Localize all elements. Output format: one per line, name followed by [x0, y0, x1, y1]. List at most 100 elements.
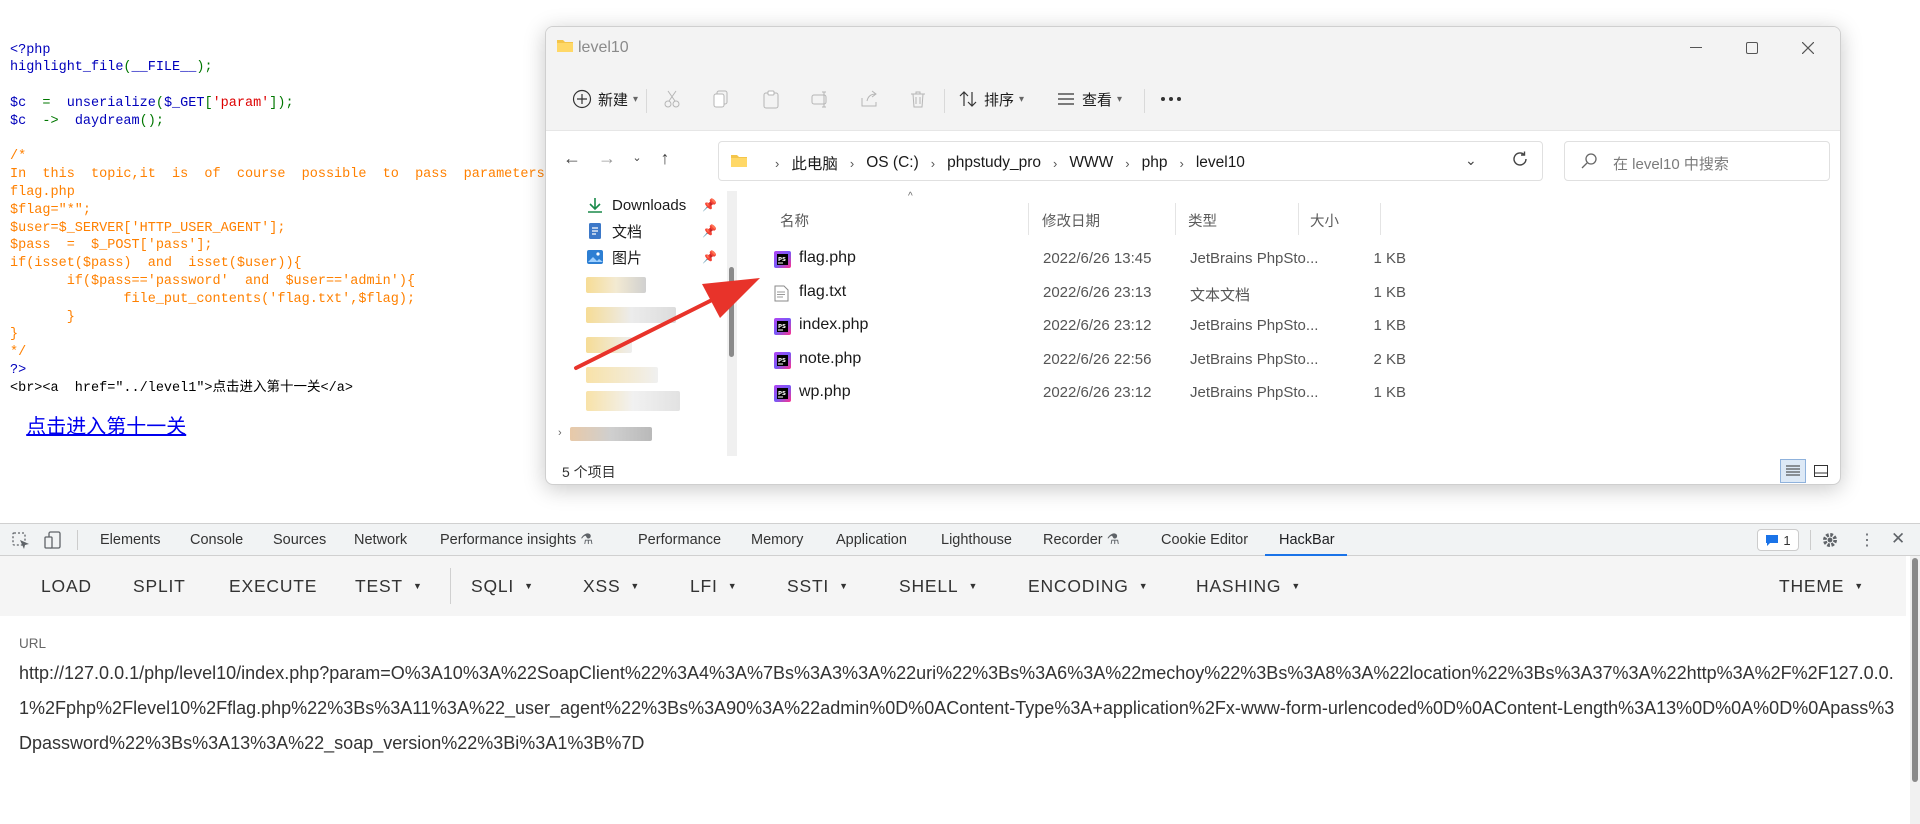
- details-view-button[interactable]: [1780, 459, 1806, 483]
- download-icon: [588, 198, 602, 213]
- devtools-tab[interactable]: Elements: [100, 532, 160, 548]
- breadcrumb-item[interactable]: WWW: [1069, 154, 1113, 172]
- sqli-menu[interactable]: SQLI ▼: [471, 576, 534, 597]
- file-row[interactable]: PS wp.php 2022/6/26 23:12 JetBrains PhpSto.…: [742, 373, 1422, 413]
- nav-item-pictures[interactable]: 图片: [586, 243, 642, 271]
- close-button[interactable]: [1780, 33, 1836, 63]
- devtools-tab[interactable]: Cookie Editor: [1161, 532, 1248, 548]
- close-devtools-icon[interactable]: ✕: [1891, 529, 1905, 549]
- back-arrow-icon[interactable]: ←: [561, 148, 583, 169]
- devtools-tab[interactable]: Application: [836, 532, 907, 548]
- view-button[interactable]: 查看 ▾: [1056, 83, 1122, 115]
- theme-menu[interactable]: THEME ▼: [1779, 576, 1864, 597]
- device-toolbar-icon[interactable]: [44, 531, 62, 554]
- file-type: JetBrains PhpSto...: [1190, 384, 1319, 402]
- lfi-menu[interactable]: LFI ▼: [690, 576, 737, 597]
- search-box[interactable]: 在 level10 中搜索: [1564, 141, 1830, 181]
- column-header-date[interactable]: 修改日期: [1042, 210, 1100, 231]
- code-line: /*: [10, 148, 550, 166]
- more-vertical-icon[interactable]: ⋮: [1859, 530, 1875, 550]
- chevron-right-icon[interactable]: ›: [558, 427, 562, 439]
- forward-arrow-icon[interactable]: →: [596, 148, 618, 169]
- column-divider[interactable]: [1298, 203, 1299, 235]
- breadcrumb-item[interactable]: 此电脑: [791, 152, 838, 174]
- xss-menu[interactable]: XSS ▼: [583, 576, 640, 597]
- more-options-button[interactable]: [1160, 83, 1182, 115]
- recent-locations-chevron-icon[interactable]: ⌄: [626, 151, 648, 164]
- breadcrumb-separator-icon[interactable]: ›: [931, 156, 935, 171]
- hackbar-body: URL http://127.0.0.1/php/level10/index.p…: [0, 616, 1906, 824]
- nav-item-downloads[interactable]: Downloads: [586, 191, 686, 219]
- column-divider[interactable]: [1175, 203, 1176, 235]
- chevron-down-icon: ▾: [633, 93, 639, 105]
- divider: [450, 568, 451, 604]
- breadcrumb-separator-icon[interactable]: ›: [1053, 156, 1057, 171]
- divider: [1810, 530, 1811, 550]
- split-button[interactable]: SPLIT: [133, 576, 186, 597]
- devtools-tab[interactable]: HackBar: [1279, 532, 1335, 548]
- breadcrumb-item[interactable]: level10: [1196, 154, 1245, 172]
- search-icon: [1581, 153, 1597, 174]
- paste-icon[interactable]: [759, 87, 783, 111]
- load-button[interactable]: LOAD: [41, 576, 92, 597]
- devtools-tab[interactable]: Performance insights ⚗: [440, 532, 593, 548]
- share-icon[interactable]: [857, 87, 881, 111]
- dropdown-triangle-icon: ▼: [524, 581, 534, 591]
- column-divider[interactable]: [1380, 203, 1381, 235]
- column-header-type[interactable]: 类型: [1188, 210, 1217, 231]
- hashing-menu[interactable]: HASHING ▼: [1196, 576, 1301, 597]
- issues-counter-button[interactable]: 1: [1757, 529, 1799, 551]
- url-field[interactable]: http://127.0.0.1/php/level10/index.php?p…: [19, 656, 1899, 761]
- code-line: }: [10, 326, 550, 344]
- new-button-label: 新建: [598, 91, 629, 109]
- breadcrumb-separator-icon[interactable]: ›: [850, 156, 854, 171]
- devtools-tab[interactable]: Lighthouse: [941, 532, 1012, 548]
- tiles-view-button[interactable]: [1808, 459, 1834, 483]
- devtools-tab[interactable]: Performance: [638, 532, 721, 548]
- devtools-scrollbar[interactable]: [1910, 556, 1920, 824]
- address-box[interactable]: › 此电脑 › OS (C:) › phpstudy_pro › WWW › php › level1…: [718, 141, 1543, 181]
- ssti-menu[interactable]: SSTI ▼: [787, 576, 849, 597]
- code-token: <?php: [10, 42, 51, 58]
- execute-button[interactable]: EXECUTE: [229, 576, 317, 597]
- devtools-tab[interactable]: Console: [190, 532, 243, 548]
- breadcrumb-item[interactable]: php: [1142, 154, 1168, 172]
- chevron-down-icon[interactable]: ⌄: [1465, 152, 1477, 169]
- test-menu[interactable]: TEST ▼: [355, 576, 423, 597]
- copy-icon[interactable]: [709, 87, 733, 111]
- shell-menu[interactable]: SHELL ▼: [899, 576, 978, 597]
- breadcrumb-separator-icon[interactable]: ›: [1125, 156, 1129, 171]
- devtools-tab[interactable]: Network: [354, 532, 407, 548]
- cut-icon[interactable]: [660, 87, 684, 111]
- settings-gear-icon[interactable]: [1821, 531, 1839, 554]
- scrollbar-thumb[interactable]: [1912, 558, 1918, 782]
- refresh-icon[interactable]: [1511, 150, 1529, 173]
- devtools-tab[interactable]: Sources: [273, 532, 326, 548]
- minimize-button[interactable]: [1668, 33, 1724, 63]
- sort-button[interactable]: 排序 ▾: [958, 83, 1024, 115]
- column-divider[interactable]: [1028, 203, 1029, 235]
- delete-icon[interactable]: [906, 87, 930, 111]
- breadcrumb-item[interactable]: OS (C:): [866, 154, 919, 172]
- up-arrow-icon[interactable]: ↑: [654, 148, 676, 169]
- inspect-element-icon[interactable]: [12, 532, 30, 555]
- pin-icon: 📌: [702, 224, 717, 238]
- breadcrumb-item[interactable]: phpstudy_pro: [947, 154, 1041, 172]
- encoding-menu[interactable]: ENCODING ▼: [1028, 576, 1148, 597]
- code-token: }: [10, 327, 19, 343]
- maximize-button[interactable]: [1724, 33, 1780, 63]
- column-header-name[interactable]: 名称: [780, 210, 809, 231]
- devtools-tab[interactable]: Memory: [751, 532, 803, 548]
- new-button[interactable]: 新建 ▾: [572, 83, 638, 115]
- rename-icon[interactable]: [808, 87, 832, 111]
- sort-button-label: 排序: [984, 91, 1015, 109]
- devtools-tab[interactable]: Recorder ⚗: [1043, 532, 1120, 548]
- next-level-link[interactable]: 点击进入第十一关: [26, 417, 186, 437]
- column-header-size[interactable]: 大小: [1310, 210, 1339, 231]
- nav-item-label: Downloads: [612, 196, 687, 214]
- breadcrumb-separator-icon[interactable]: ›: [1179, 156, 1183, 171]
- nav-item-documents[interactable]: 文档: [586, 217, 642, 245]
- document-icon: [589, 223, 601, 239]
- breadcrumb-separator-icon[interactable]: ›: [775, 156, 779, 171]
- close-icon: [1802, 42, 1814, 54]
